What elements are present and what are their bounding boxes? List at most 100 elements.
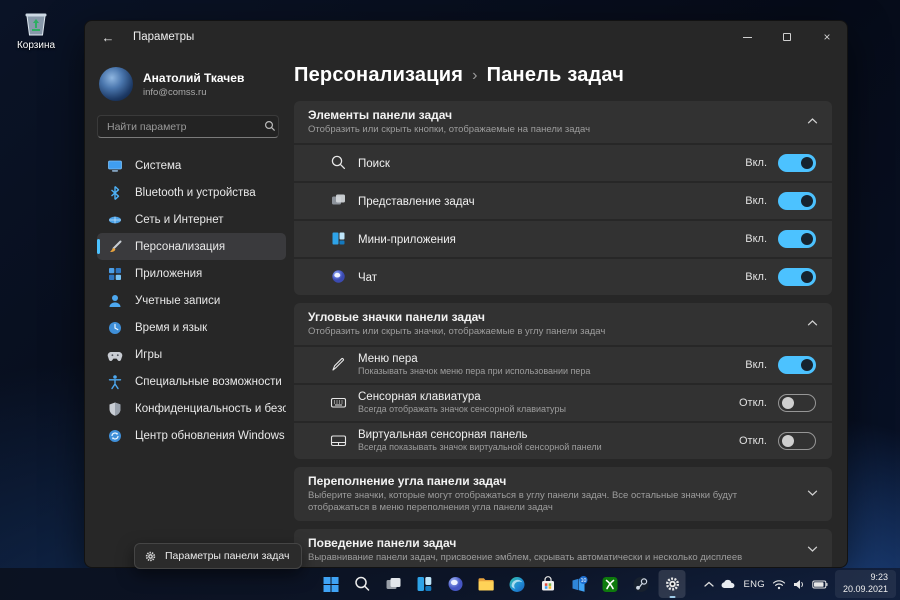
tray-date: 20.09.2021 (842, 584, 888, 594)
sidebar-item-personalization[interactable]: Персонализация (97, 233, 286, 260)
taskbar-store-button[interactable] (535, 570, 562, 598)
user-name: Анатолий Ткачев (143, 70, 245, 85)
toggle-pen-menu[interactable] (778, 355, 816, 374)
sidebar-item-accounts[interactable]: Учетные записи (97, 287, 286, 314)
page-title: Панель задач (486, 63, 625, 86)
search-icon (264, 120, 276, 132)
sidebar-item-accessibility[interactable]: Специальные возможности (97, 368, 286, 395)
search-input[interactable] (97, 115, 279, 138)
taskbar-edge-button[interactable] (504, 570, 531, 598)
breadcrumb-separator-icon: › (472, 67, 478, 84)
row-task-view: Представление задач Вкл. (294, 182, 832, 219)
toggle-search[interactable] (778, 153, 816, 172)
selected-accent-pill (97, 239, 100, 254)
privacy-icon (107, 401, 123, 417)
toggle-state-label: Откл. (738, 396, 767, 409)
sidebar-item-windows-update[interactable]: Центр обновления Windows (97, 422, 286, 449)
toggle-state-label: Вкл. (745, 232, 767, 245)
taskbar-task-view-button[interactable] (380, 570, 407, 598)
toggle-widgets[interactable] (778, 229, 816, 248)
wifi-icon[interactable] (772, 579, 786, 590)
battery-icon[interactable] (812, 580, 828, 589)
sidebar-item-bluetooth-devices[interactable]: Bluetooth и устройства (97, 179, 286, 206)
toggle-task-view[interactable] (778, 191, 816, 210)
section-corner-overflow[interactable]: Переполнение угла панели задач Выберите … (294, 466, 832, 522)
toggle-state-label: Вкл. (745, 270, 767, 283)
user-profile[interactable]: Анатолий Ткачев info@comss.ru (99, 67, 284, 101)
user-email: info@comss.ru (143, 86, 207, 98)
chevron-up-icon[interactable] (807, 319, 818, 327)
toggle-chat[interactable] (778, 267, 816, 286)
start-button[interactable] (318, 570, 345, 598)
taskbar-search-button[interactable] (349, 570, 376, 598)
pen-icon (330, 356, 347, 373)
tray-chevron-up-icon[interactable] (704, 581, 715, 588)
main-content: Персонализация › Панель задач Элементы п… (294, 53, 847, 567)
gear-icon (665, 577, 679, 591)
apps-icon (107, 266, 123, 282)
touch-keyboard-icon (330, 394, 347, 411)
personalization-icon (107, 239, 123, 255)
tray-clock[interactable]: 9:23 20.09.2021 (834, 570, 896, 598)
sidebar-item-time-language[interactable]: Время и язык (97, 314, 286, 341)
toggle-state-label: Вкл. (745, 156, 767, 169)
network-icon (107, 212, 123, 228)
toggle-virtual-touchpad[interactable] (778, 431, 816, 450)
onedrive-cloud-icon[interactable] (721, 579, 736, 589)
volume-icon[interactable] (793, 579, 805, 590)
breadcrumb-parent[interactable]: Персонализация (294, 64, 463, 87)
app-title: Параметры (133, 31, 195, 43)
toggle-touch-keyboard[interactable] (778, 393, 816, 412)
search-icon (330, 154, 347, 171)
taskbar-xbox-button[interactable] (597, 570, 624, 598)
taskbar-widgets-button[interactable] (411, 570, 438, 598)
recycle-bin[interactable]: Корзина (8, 8, 64, 51)
taskbar-steam-button[interactable] (628, 570, 655, 598)
taskbar-file-explorer-button[interactable] (473, 570, 500, 598)
accessibility-icon (107, 374, 123, 390)
sidebar-nav: Система Bluetooth и устройства Сеть и Ин… (97, 152, 286, 449)
toggle-state-label: Вкл. (745, 358, 767, 371)
bluetooth-icon (107, 185, 123, 201)
search-icon (354, 576, 369, 591)
file-explorer-icon (478, 577, 494, 590)
toggle-state-label: Откл. (738, 434, 767, 447)
maximize-button[interactable] (767, 21, 807, 53)
row-widgets: Мини-приложения Вкл. (294, 220, 832, 257)
row-virtual-touchpad: Виртуальная сенсорная панель Всегда пока… (294, 422, 832, 459)
chevron-down-icon[interactable] (807, 545, 818, 553)
taskbar-settings-button[interactable] (658, 570, 686, 598)
row-chat: Чат Вкл. (294, 258, 832, 295)
sidebar-item-system[interactable]: Система (97, 152, 286, 179)
recycle-bin-label: Корзина (16, 40, 56, 51)
store-icon (542, 575, 555, 590)
search-box (97, 115, 286, 138)
sidebar-item-privacy[interactable]: Конфиденциальность и безопас (97, 395, 286, 422)
edge-icon (509, 576, 525, 592)
back-button[interactable]: ← (91, 24, 125, 50)
context-menu-item-taskbar-settings[interactable]: Параметры панели задач (165, 550, 289, 562)
taskbar: 10 ENG 9:23 20.09.2021 (0, 568, 900, 600)
games-icon (107, 347, 123, 363)
section-taskbar-items-header[interactable]: Элементы панели задач Отобразить или скр… (294, 101, 832, 143)
windows-update-icon (107, 428, 123, 444)
minimize-button[interactable] (727, 21, 767, 53)
chevron-down-icon[interactable] (807, 489, 818, 497)
taskbar-context-menu: Параметры панели задач (134, 543, 303, 569)
row-pen-menu: Меню пера Показывать значок меню пера пр… (294, 346, 832, 383)
section-corner-icons-header[interactable]: Угловые значки панели задач Отобразить и… (294, 302, 832, 345)
gear-icon (144, 550, 157, 563)
maximize-icon (783, 33, 791, 41)
section-taskbar-behavior[interactable]: Поведение панели задач Выравнивание пане… (294, 529, 832, 567)
sidebar-item-network[interactable]: Сеть и Интернет (97, 206, 286, 233)
windows-10-flag-icon: 10 (572, 575, 588, 592)
taskbar-chat-button[interactable] (442, 570, 469, 598)
sidebar-item-apps[interactable]: Приложения (97, 260, 286, 287)
chevron-up-icon[interactable] (807, 117, 818, 125)
close-button[interactable]: × (807, 21, 847, 53)
sidebar-item-games[interactable]: Игры (97, 341, 286, 368)
titlebar[interactable]: ← Параметры × (85, 21, 847, 53)
language-indicator[interactable]: ENG (743, 579, 765, 590)
taskbar-windows10-app-button[interactable]: 10 (566, 570, 593, 598)
row-touch-keyboard: Сенсорная клавиатура Всегда отображать з… (294, 384, 832, 421)
